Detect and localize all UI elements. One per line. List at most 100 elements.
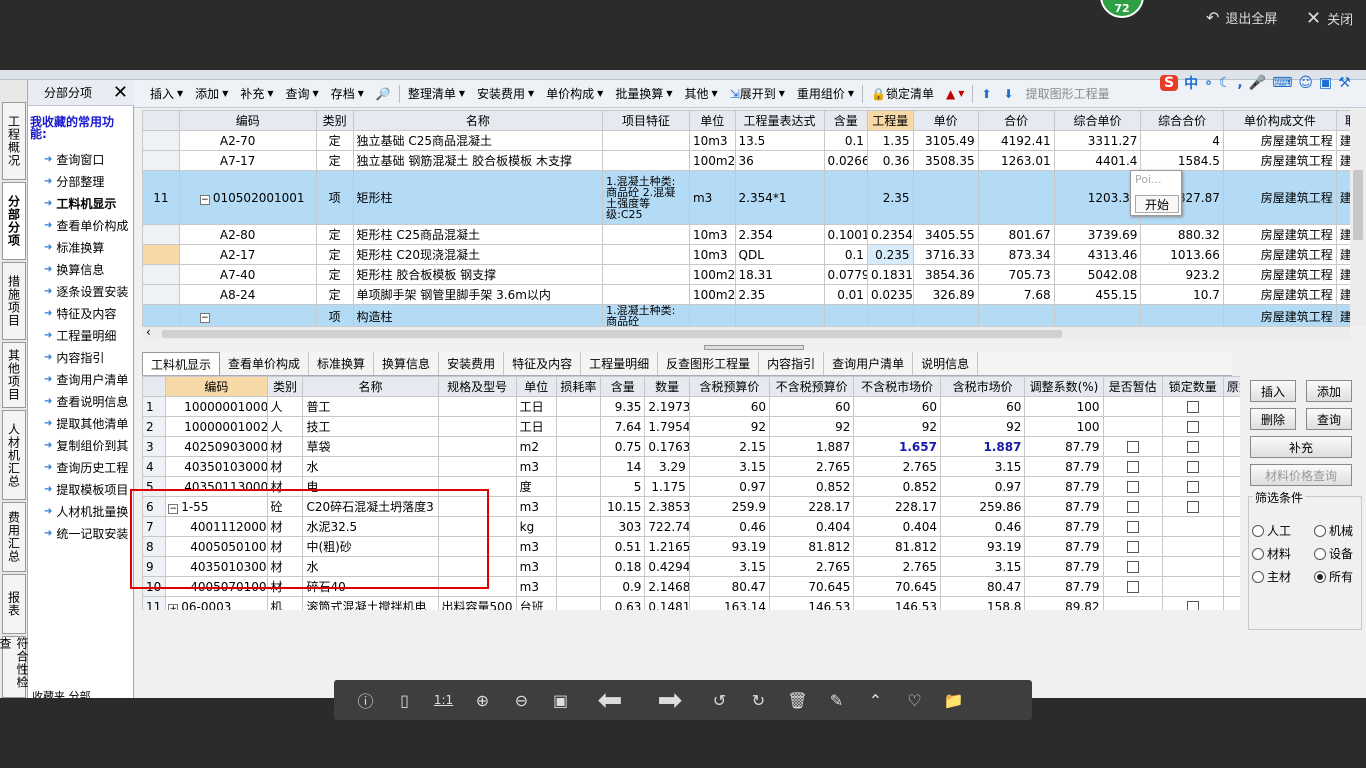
cell-adj[interactable]: 87.79: [1024, 516, 1104, 537]
col-header[interactable]: 含税预算价: [688, 376, 770, 397]
cell-lock[interactable]: [1161, 556, 1224, 577]
cell-feat[interactable]: 1.混凝土种类:商品砼 2.混凝土强度等级:C25: [602, 170, 690, 225]
cell-major[interactable]: 建筑工程: [1335, 264, 1350, 285]
cell-total[interactable]: [977, 170, 1055, 225]
cell-orig[interactable]: 0: [1222, 596, 1240, 610]
splitter-grip[interactable]: [704, 345, 804, 350]
left-panel-footer-tabs[interactable]: 收藏夹 分部: [32, 688, 91, 698]
cell-unit[interactable]: [688, 304, 736, 326]
cell-price[interactable]: 3405.55: [912, 224, 979, 245]
checkbox[interactable]: [1126, 441, 1139, 453]
cell-total-comp[interactable]: 10.7: [1140, 284, 1224, 305]
cell-name[interactable]: 矩形柱: [352, 170, 604, 225]
radio-all[interactable]: 所有: [1314, 568, 1353, 585]
cell-code[interactable]: 100000010021: [165, 416, 268, 437]
cell-total[interactable]: 7.68: [977, 284, 1055, 305]
organize-list-button[interactable]: 整理清单 ▼: [402, 85, 471, 102]
col-header[interactable]: 不含税预算价: [768, 376, 855, 397]
cell-expr[interactable]: 2.354: [734, 224, 825, 245]
tab-install-fee[interactable]: 安装费用: [439, 352, 505, 375]
col-header[interactable]: 编码: [165, 376, 268, 397]
cell-expr[interactable]: QDL: [734, 244, 825, 265]
checkbox[interactable]: [1186, 501, 1199, 513]
checkbox[interactable]: [1126, 561, 1139, 573]
install-fee-button[interactable]: 安装费用 ▼: [471, 85, 540, 102]
cell-adj[interactable]: 87.79: [1024, 556, 1104, 577]
cell-name[interactable]: 矩形柱 C25商品混凝土: [352, 224, 604, 245]
exit-fullscreen-button[interactable]: ↶ 退出全屏: [1206, 8, 1277, 27]
cell-unit-comp[interactable]: 4401.4: [1053, 150, 1142, 171]
cell-total-comp[interactable]: 923.2: [1140, 264, 1224, 285]
cell-unit-comp[interactable]: 455.15: [1053, 284, 1142, 305]
cell-p2[interactable]: 0.404: [768, 516, 855, 537]
cell-price[interactable]: [912, 170, 979, 225]
cell-adj[interactable]: 100: [1024, 396, 1104, 417]
col-header[interactable]: 规格及型号: [437, 376, 517, 397]
cell-qty[interactable]: 2.1468: [644, 576, 690, 597]
cell-file[interactable]: 房屋建筑工程: [1222, 284, 1337, 305]
cell-expr[interactable]: 13.5: [734, 130, 825, 151]
cell-total-comp[interactable]: 1584.5: [1140, 150, 1224, 171]
cell-p3[interactable]: 1.657: [853, 436, 941, 457]
cell-p3[interactable]: 0.404: [853, 516, 941, 537]
shirt-icon[interactable]: ▣: [1319, 75, 1332, 91]
scroll-thumb[interactable]: [1353, 170, 1363, 240]
cell-p3[interactable]: 0.852: [853, 476, 941, 497]
cell-orig[interactable]: 9: [1222, 396, 1240, 417]
cell-expr[interactable]: 2.354*1: [734, 170, 825, 225]
radio-main-material[interactable]: 主材: [1252, 568, 1291, 585]
table-row[interactable]: 2100000010021人技工工日7.641.7954929292921007: [142, 416, 1240, 437]
cell-unit[interactable]: 10m3: [688, 224, 736, 245]
table-row[interactable]: 1100000010001人普工工日9.352.1973606060601009: [142, 396, 1240, 417]
cell-adj[interactable]: 100: [1024, 416, 1104, 437]
cell-p1[interactable]: 259.9: [688, 496, 770, 517]
cell-orig[interactable]: 10: [1222, 496, 1240, 517]
cell-p3[interactable]: 228.17: [853, 496, 941, 517]
vtab-cost-summary[interactable]: 费用汇总: [2, 502, 26, 572]
col-header[interactable]: 项目特征: [602, 110, 690, 131]
lp-item[interactable]: ➜ 人材机批量换: [44, 503, 132, 520]
table-row[interactable]: − 项构造柱1.混凝土种类:商品砼 房屋建筑工程建筑工程: [142, 304, 1350, 326]
cell-lock[interactable]: [1161, 436, 1224, 457]
cell-est[interactable]: [1102, 496, 1163, 517]
cell-code[interactable]: 402509030002: [165, 436, 268, 457]
cell-p1[interactable]: 2.15: [688, 436, 770, 457]
cell-lock[interactable]: [1161, 396, 1224, 417]
cell-name[interactable]: 矩形柱 C20现浇混凝土: [352, 244, 604, 265]
col-header[interactable]: 类别: [266, 376, 304, 397]
folder-icon[interactable]: 📁: [934, 680, 973, 720]
cell-p3[interactable]: 70.645: [853, 576, 941, 597]
slideshow-icon[interactable]: ▣: [541, 680, 580, 720]
cell-est[interactable]: [1102, 536, 1163, 557]
chinese-mode-icon[interactable]: 中: [1184, 73, 1198, 93]
cell-price[interactable]: 3508.35: [912, 150, 979, 171]
cell-orig[interactable]: [1222, 456, 1240, 477]
cell-type[interactable]: 人: [266, 416, 304, 437]
cell-orig[interactable]: 0: [1222, 436, 1240, 457]
lp-item[interactable]: ➜ 统一记取安装: [44, 525, 132, 542]
cell-lock[interactable]: [1161, 516, 1224, 537]
cell-ratio[interactable]: 9.35: [600, 396, 646, 417]
vtab-report[interactable]: 报表: [2, 574, 26, 634]
cell-est[interactable]: [1102, 436, 1163, 457]
checkbox[interactable]: [1186, 601, 1199, 610]
cell-unit[interactable]: 台班: [515, 596, 557, 610]
cell-lock[interactable]: [1161, 496, 1224, 517]
keyboard-icon[interactable]: ⌨: [1272, 75, 1292, 91]
cell-feat[interactable]: [602, 244, 690, 265]
heart-icon[interactable]: ♡: [895, 680, 934, 720]
cell-loss[interactable]: [555, 456, 602, 477]
cell-file[interactable]: 房屋建筑工程: [1222, 264, 1337, 285]
cell-qty[interactable]: 0.1831: [866, 264, 914, 285]
delete-button[interactable]: 删除: [1250, 408, 1296, 430]
tab-unit-price[interactable]: 查看单价构成: [220, 352, 310, 375]
lp-item[interactable]: ➜ 复制组价到其: [44, 437, 132, 454]
cell-loss[interactable]: [555, 496, 602, 517]
cell-orig[interactable]: [1222, 476, 1240, 497]
cell-price[interactable]: 3716.33: [912, 244, 979, 265]
cell-unit-comp[interactable]: 3739.69: [1053, 224, 1142, 245]
cell-adj[interactable]: 87.79: [1024, 476, 1104, 497]
lp-item[interactable]: ➜ 换算信息: [44, 261, 132, 278]
cell-est[interactable]: [1102, 396, 1163, 417]
col-header[interactable]: 含量: [600, 376, 646, 397]
